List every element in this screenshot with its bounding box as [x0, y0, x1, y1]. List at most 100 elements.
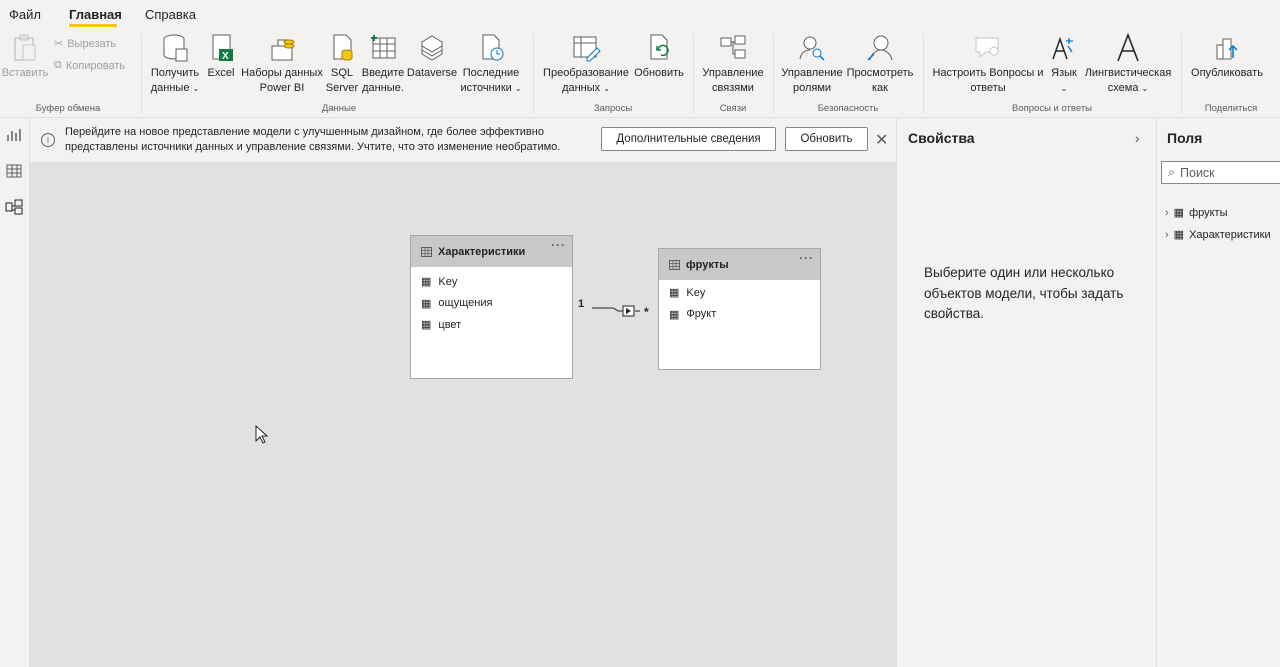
report-view-icon[interactable]	[5, 126, 23, 144]
enter-label-2: данные.	[362, 82, 404, 94]
fields-item-label: Характеристики	[1189, 228, 1271, 241]
field-name: цвет	[438, 318, 462, 331]
copy-button[interactable]: ⧉ Копировать	[54, 59, 125, 72]
copy-icon: ⧉	[54, 59, 62, 71]
menu-help[interactable]: Справка	[145, 7, 196, 22]
fields-title: Поля	[1167, 130, 1203, 146]
more-options-icon[interactable]: ···	[799, 251, 814, 265]
column-icon: ▦	[421, 276, 432, 289]
manage-roles-button[interactable]: Управление ролями	[780, 30, 844, 96]
chevron-right-icon: ›	[1165, 228, 1169, 241]
pbi-datasets-button[interactable]: Наборы данных Power BI	[240, 30, 324, 96]
column-icon: ▦	[669, 287, 680, 300]
refresh-button[interactable]: Обновить	[632, 30, 686, 81]
manage-rel-label-1: Управление	[702, 67, 764, 79]
transform-data-button[interactable]: Преобразование данных ⌄	[541, 30, 631, 96]
sql-label-2: Server	[325, 82, 359, 94]
manage-rel-label-2: связями	[712, 82, 754, 94]
get-data-button[interactable]: Получить данные ⌄	[149, 30, 201, 96]
chevron-down-icon: ⌄	[1141, 84, 1149, 93]
model-view-icon[interactable]	[5, 198, 23, 216]
group-label-security: Безопасность	[817, 103, 879, 114]
update-button[interactable]: Обновить	[785, 127, 868, 151]
qa-setup-label-1: Настроить Вопросы и	[932, 67, 1044, 79]
enter-label-1: Введите	[361, 67, 405, 79]
relationship-line[interactable]	[590, 301, 660, 321]
recent-sources-button[interactable]: Последние источники ⌄	[458, 30, 524, 96]
sql-server-button[interactable]: SQL Server	[326, 30, 358, 96]
database-icon	[159, 30, 191, 66]
close-icon[interactable]: ✕	[875, 130, 888, 150]
relationship-many-label: *	[644, 305, 649, 319]
table-header[interactable]: фрукты ···	[659, 249, 820, 280]
view-as-button[interactable]: Просмотреть как	[845, 30, 915, 96]
user-view-icon	[864, 30, 896, 66]
properties-hint: Выберите один или несколько объектов мод…	[924, 265, 1124, 321]
fields-item-characteristics[interactable]: › ▦ Характеристики	[1165, 228, 1271, 242]
get-data-label-2: данные	[150, 82, 190, 94]
roles-label-1: Управление	[781, 67, 843, 79]
table-icon: ▦	[1173, 229, 1185, 241]
publish-icon	[1211, 30, 1243, 66]
dataverse-button[interactable]: Dataverse	[406, 30, 458, 81]
language-button[interactable]: Язык ⌄	[1049, 30, 1079, 96]
table-card-fruits[interactable]: фрукты ··· ▦ Key ▦ Фрукт	[658, 248, 821, 370]
chevron-down-icon: ⌄	[603, 84, 610, 93]
ribbon: Вставить ✂ Вырезать ⧉ Копировать Буфер о…	[0, 30, 1280, 118]
recent-sources-icon	[475, 30, 507, 66]
field-name: Key	[438, 275, 458, 288]
viewas-label-1: Просмотреть	[846, 67, 914, 79]
field-row[interactable]: ▦ Фрукт	[659, 304, 820, 326]
recent-label-2: источники	[460, 82, 512, 94]
fields-item-label: фрукты	[1189, 206, 1228, 219]
get-data-label-1: Получить	[150, 67, 200, 79]
paste-button[interactable]: Вставить	[2, 30, 48, 81]
field-list: ▦ Key ▦ Фрукт	[659, 280, 820, 325]
ribbon-separator	[141, 34, 142, 114]
recent-label-1: Последние	[462, 67, 520, 79]
publish-button[interactable]: Опубликовать	[1187, 30, 1267, 81]
relationship-one-label: 1	[578, 298, 585, 310]
manage-relationships-button[interactable]: Управление связями	[700, 30, 766, 96]
qa-settings-icon	[972, 30, 1004, 66]
chevron-right-icon: ›	[1165, 206, 1169, 219]
sql-server-icon	[326, 30, 358, 66]
fields-item-fruits[interactable]: › ▦ фрукты	[1165, 206, 1228, 220]
ribbon-separator	[533, 34, 534, 114]
group-label-data: Данные	[321, 103, 357, 114]
linguistic-schema-button[interactable]: Лингвистическая схема ⌄	[1082, 30, 1174, 96]
banner-message: Перейдите на новое представление модели …	[65, 126, 561, 153]
table-header[interactable]: Характеристики ···	[411, 236, 572, 267]
svg-text:X: X	[222, 51, 229, 62]
chevron-down-icon: ⌄	[192, 84, 200, 93]
model-canvas[interactable]: Характеристики ··· ▦ Key ▦ ощущения ▦ цвет …	[30, 163, 896, 667]
column-icon: ▦	[669, 308, 680, 321]
data-view-icon[interactable]	[5, 162, 23, 180]
ling-label-1: Лингвистическая	[1084, 67, 1172, 79]
info-icon: i	[41, 133, 55, 147]
ribbon-separator	[773, 34, 774, 114]
group-label-queries: Запросы	[593, 103, 633, 114]
field-row[interactable]: ▦ Key	[411, 271, 572, 293]
enter-data-button[interactable]: Введите данные.	[361, 30, 405, 96]
publish-label: Опубликовать	[1191, 67, 1263, 79]
field-row[interactable]: ▦ ощущения	[411, 293, 572, 315]
field-name: Key	[686, 286, 706, 299]
menu-file[interactable]: Файл	[9, 7, 41, 22]
menu-home[interactable]: Главная	[69, 7, 122, 22]
pbi-label-1: Наборы данных	[241, 67, 323, 79]
fields-search-input[interactable]: ⌕ Поиск	[1161, 161, 1280, 184]
qa-setup-button[interactable]: Настроить Вопросы и ответы	[930, 30, 1046, 96]
field-row[interactable]: ▦ Key	[659, 282, 820, 304]
fields-pane: Поля ⌕ Поиск › ▦ фрукты › ▦ Характеристи…	[1156, 118, 1280, 667]
cut-button[interactable]: ✂ Вырезать	[54, 37, 116, 51]
more-options-icon[interactable]: ···	[551, 238, 566, 252]
table-card-characteristics[interactable]: Характеристики ··· ▦ Key ▦ ощущения ▦ цвет	[410, 235, 573, 379]
excel-button[interactable]: X Excel	[205, 30, 237, 81]
field-row[interactable]: ▦ цвет	[411, 314, 572, 336]
qa-setup-label-2: ответы	[970, 82, 1006, 94]
group-label-clipboard: Буфер обмена	[35, 103, 101, 114]
chevron-right-icon[interactable]: ›	[1135, 130, 1140, 146]
menu-bar: Файл Главная Справка	[0, 0, 1280, 30]
more-info-button[interactable]: Дополнительные сведения	[601, 127, 776, 151]
